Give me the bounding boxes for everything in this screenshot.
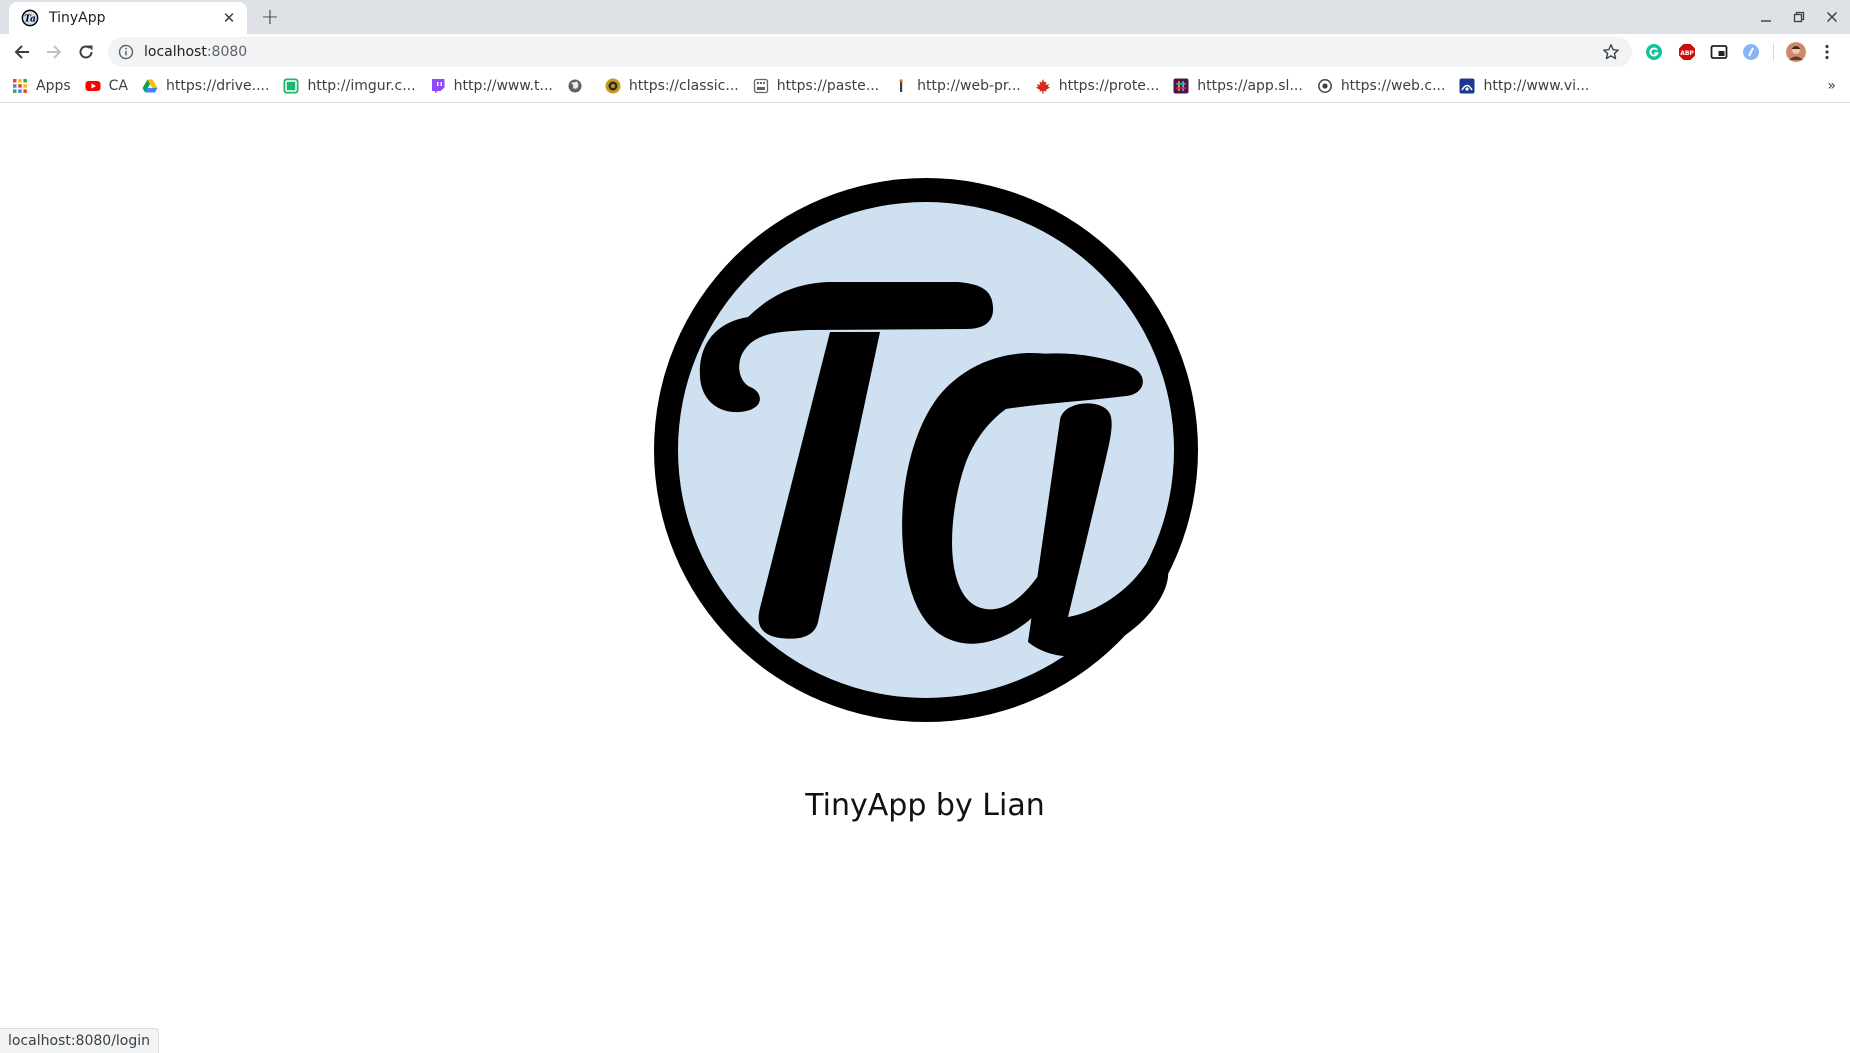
- back-arrow-icon: [14, 45, 29, 59]
- bookmark-label: CA: [108, 78, 129, 94]
- extension-orb-icon[interactable]: [1742, 43, 1760, 61]
- address-bar[interactable]: localhost:8080: [108, 37, 1632, 67]
- bookmarks-bar: Apps CA https://drive.... http://imgur.c…: [0, 70, 1850, 103]
- bookmark-label: http://web-pr...: [917, 78, 1021, 94]
- slack-icon: [1173, 78, 1189, 94]
- bookmark-paste[interactable]: https://paste...: [753, 78, 879, 94]
- maple-leaf-icon: [1035, 79, 1050, 94]
- drive-icon: [142, 79, 158, 93]
- bookmark-drive[interactable]: https://drive....: [142, 78, 269, 94]
- bookmark-globe[interactable]: [567, 78, 591, 94]
- svg-text:ABP: ABP: [1680, 50, 1694, 57]
- bookmark-web-c[interactable]: https://web.c...: [1317, 78, 1446, 94]
- profile-avatar-icon[interactable]: [1786, 42, 1806, 62]
- bookmark-label: https://web.c...: [1340, 78, 1446, 94]
- tinyapp-favicon-icon: Ta: [21, 9, 39, 27]
- tab-tinyapp[interactable]: Ta TinyApp ✕: [9, 2, 247, 34]
- toolbar-divider: [1773, 43, 1774, 61]
- picture-in-picture-icon[interactable]: [1710, 43, 1728, 61]
- bookmark-imgur[interactable]: http://imgur.c...: [283, 78, 416, 94]
- youtube-icon: [85, 81, 101, 91]
- back-button[interactable]: [8, 38, 36, 66]
- page-content: TinyApp by Lian: [0, 104, 1850, 1053]
- bookmark-classic[interactable]: https://classic...: [605, 78, 739, 94]
- web-pr-icon: [899, 79, 903, 92]
- bookmark-apps[interactable]: Apps: [12, 78, 71, 94]
- forward-button[interactable]: [40, 38, 68, 66]
- bookmark-label: http://www.t...: [453, 78, 553, 94]
- bookmark-label: https://classic...: [628, 78, 739, 94]
- svg-text:Ta: Ta: [24, 15, 36, 25]
- apps-grid-icon: [13, 79, 27, 93]
- forward-arrow-icon: [47, 45, 62, 59]
- new-tab-button[interactable]: +: [259, 5, 281, 30]
- tinyapp-logo: [654, 178, 1198, 722]
- reload-button[interactable]: [72, 38, 100, 66]
- bookmark-label: http://imgur.c...: [307, 78, 416, 94]
- tab-close-icon[interactable]: ✕: [219, 8, 239, 28]
- paste-icon: [753, 78, 768, 94]
- status-url-bubble: localhost:8080/login: [0, 1028, 160, 1053]
- bookmark-label: http://www.vi...: [1483, 78, 1590, 94]
- bookmark-slack[interactable]: https://app.sl...: [1173, 78, 1303, 94]
- classic-icon: [605, 78, 621, 94]
- page-title: TinyApp by Lian: [805, 788, 1045, 823]
- bookmark-label: https://paste...: [776, 78, 880, 94]
- bookmark-label: https://prote...: [1058, 78, 1160, 94]
- bookmark-label: https://app.sl...: [1197, 78, 1303, 94]
- bookmark-twitch[interactable]: http://www.t...: [430, 78, 553, 94]
- globe-icon: [568, 79, 582, 93]
- bookmark-label: Apps: [36, 78, 71, 94]
- grammarly-icon[interactable]: [1645, 43, 1663, 61]
- bookmark-prote[interactable]: https://prote...: [1035, 78, 1160, 94]
- url-host: localhost: [144, 44, 207, 60]
- window-close-icon[interactable]: [1821, 6, 1843, 28]
- twitch-icon: [431, 79, 445, 94]
- bookmark-label: https://drive....: [166, 78, 270, 94]
- adblock-plus-icon[interactable]: ABP: [1678, 43, 1696, 61]
- url-text: localhost:8080: [144, 44, 247, 60]
- bookmark-web-pr[interactable]: http://web-pr...: [893, 78, 1021, 94]
- bookmarks-overflow-button[interactable]: »: [1827, 78, 1836, 94]
- imgur-icon: [283, 78, 299, 94]
- web-c-icon: [1317, 79, 1332, 93]
- url-port: :8080: [206, 44, 248, 60]
- site-info-icon[interactable]: [118, 44, 134, 60]
- bookmark-vi[interactable]: http://www.vi...: [1459, 78, 1589, 94]
- bookmark-star-icon[interactable]: [1602, 43, 1620, 61]
- bookmark-ca[interactable]: CA: [85, 78, 128, 94]
- menu-kebab-icon[interactable]: [1818, 43, 1836, 61]
- restore-icon[interactable]: [1788, 6, 1810, 28]
- tab-strip: Ta TinyApp ✕ +: [0, 0, 1850, 34]
- vi-icon: [1459, 78, 1475, 94]
- minimize-icon[interactable]: [1755, 6, 1777, 28]
- reload-icon: [79, 45, 93, 59]
- browser-toolbar: localhost:8080 ABP: [0, 34, 1850, 70]
- tab-title: TinyApp: [49, 10, 106, 26]
